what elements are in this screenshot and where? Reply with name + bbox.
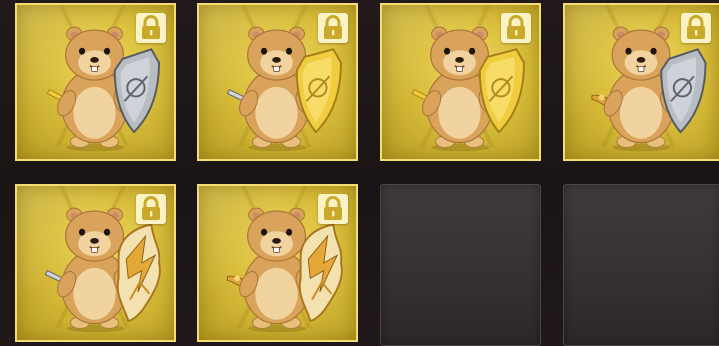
lock-icon[interactable] — [136, 13, 166, 43]
lock-icon[interactable] — [318, 13, 348, 43]
lock-icon[interactable] — [318, 194, 348, 224]
inventory-slot-4[interactable] — [563, 3, 719, 161]
inventory-slot-3[interactable] — [380, 3, 541, 161]
inventory-slot-empty[interactable] — [563, 184, 719, 346]
inventory-slot-1[interactable] — [15, 3, 176, 161]
lock-icon[interactable] — [136, 194, 166, 224]
inventory-slot-6[interactable] — [197, 184, 358, 342]
inventory-slot-5[interactable] — [15, 184, 176, 342]
lock-icon[interactable] — [681, 13, 711, 43]
lock-icon[interactable] — [501, 13, 531, 43]
inventory-slot-empty[interactable] — [380, 184, 541, 346]
inventory-slot-2[interactable] — [197, 3, 358, 161]
inventory-grid — [0, 0, 719, 346]
